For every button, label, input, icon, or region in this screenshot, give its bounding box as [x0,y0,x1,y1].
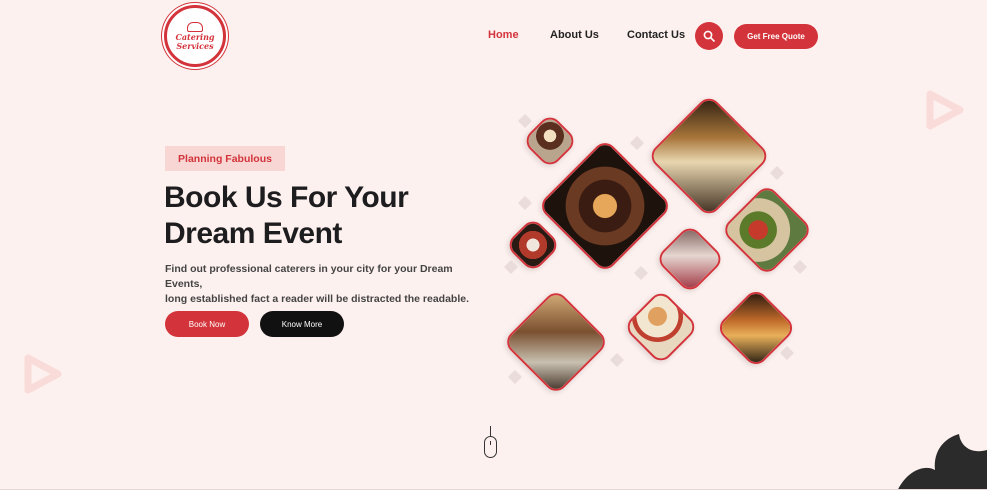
planning-badge: Planning Fabulous [165,146,285,171]
chef-hat-icon [187,21,203,32]
collage-dot [633,265,649,281]
food-image-table [654,223,726,295]
description-line2: long established fact a reader will be d… [165,293,470,305]
leaf-icon [895,434,987,496]
collage-dot [517,195,533,211]
book-now-button[interactable]: Book Now [165,311,249,337]
page-bottom-border [0,489,987,496]
hero-headline: Book Us For Your Dream Event [164,180,484,252]
nav-home-link[interactable]: Home [488,29,519,41]
nav-contact-link[interactable]: Contact Us [627,29,685,41]
collage-dot [517,113,533,129]
search-button[interactable] [695,22,723,50]
mouse-scroll-icon[interactable] [484,436,497,458]
logo-text-line2: Services [176,40,214,51]
get-free-quote-button[interactable]: Get Free Quote [734,24,818,49]
headline-line1: Book Us For Your [164,181,409,214]
search-icon [703,30,715,42]
scroll-indicator-line [490,426,491,436]
description-line1: Find out professional caterers in your c… [165,263,453,290]
nav-about-link[interactable]: About Us [550,29,599,41]
collage-dot [779,345,795,361]
landing-page: Catering Services Home About Us Contact … [0,0,987,496]
collage-dot [507,369,523,385]
know-more-button[interactable]: Know More [260,311,344,337]
play-icon [926,90,964,130]
food-image-tartlets [622,288,700,366]
logo[interactable]: Catering Services [164,5,226,67]
play-icon [24,354,62,394]
hero-description: Find out professional caterers in your c… [165,262,485,307]
collage-dot [769,165,785,181]
collage-dot [792,259,808,275]
collage-dot [503,259,519,275]
collage-dot [629,135,645,151]
headline-line2: Dream Event [164,217,342,250]
collage-dot [609,352,625,368]
